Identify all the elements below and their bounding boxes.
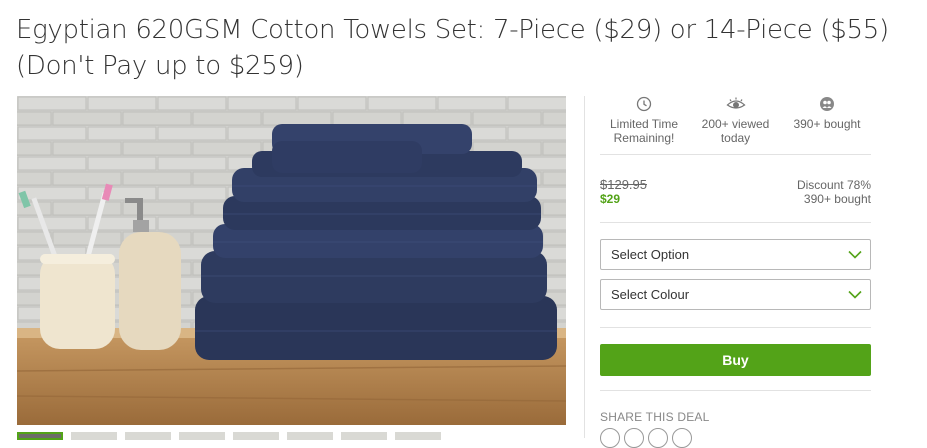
divider <box>600 222 871 223</box>
clock-icon <box>636 96 652 112</box>
chevron-down-icon <box>848 290 862 299</box>
divider <box>600 327 871 328</box>
bought-count: 390+ bought <box>803 192 871 206</box>
stat-bought: 390+ bought <box>783 94 871 154</box>
panel-divider <box>584 96 585 438</box>
thumbnail[interactable] <box>179 432 225 440</box>
divider <box>600 390 871 391</box>
select-option-label: Select Option <box>611 247 690 262</box>
share-label: SHARE THIS DEAL <box>600 410 710 424</box>
select-colour-label: Select Colour <box>611 287 690 302</box>
stat-bought-label: 390+ bought <box>793 117 861 131</box>
thumbnail[interactable] <box>71 432 117 440</box>
original-price: $129.95 <box>600 177 647 192</box>
thumbnail[interactable] <box>287 432 333 440</box>
stat-limited-time-label: Limited Time Remaining! <box>609 117 679 145</box>
sale-price: $29 <box>600 192 621 206</box>
chevron-down-icon <box>848 250 862 259</box>
deal-title: Egyptian 620GSM Cotton Towels Set: 7-Pie… <box>16 15 889 81</box>
discount-percent: Discount 78% <box>796 178 871 192</box>
email-icon[interactable] <box>600 428 620 448</box>
twitter-icon[interactable] <box>648 428 668 448</box>
share-icons <box>600 428 692 448</box>
deal-stats: Limited Time Remaining! 200+ viewed toda… <box>600 94 871 155</box>
stat-viewed-label: 200+ viewed today <box>701 117 770 145</box>
select-colour-dropdown[interactable]: Select Colour <box>600 279 871 310</box>
thumbnail[interactable] <box>17 432 63 440</box>
deal-panel: Limited Time Remaining! 200+ viewed toda… <box>600 94 871 155</box>
thumbnail[interactable] <box>395 432 441 440</box>
eye-icon <box>725 97 746 109</box>
discount-info: Discount 78% 390+ bought <box>797 178 871 206</box>
product-image[interactable] <box>17 96 566 425</box>
stat-limited-time: Limited Time Remaining! <box>600 94 688 154</box>
select-option-dropdown[interactable]: Select Option <box>600 239 871 270</box>
pinterest-icon[interactable] <box>672 428 692 448</box>
people-icon <box>820 97 834 111</box>
buy-button[interactable]: Buy <box>600 344 871 376</box>
stat-viewed: 200+ viewed today <box>692 94 780 154</box>
thumbnail[interactable] <box>233 432 279 440</box>
facebook-icon[interactable] <box>624 428 644 448</box>
thumbnail[interactable] <box>341 432 387 440</box>
thumbnail-strip <box>17 432 441 440</box>
thumbnail[interactable] <box>125 432 171 440</box>
